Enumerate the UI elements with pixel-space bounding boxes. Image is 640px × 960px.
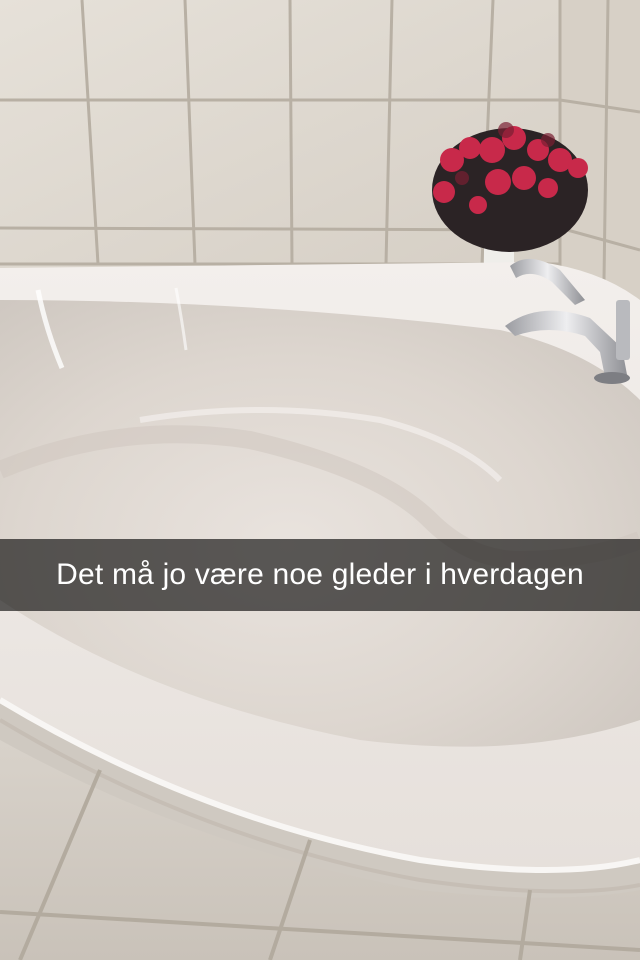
bathroom-photo bbox=[0, 0, 640, 960]
caption-text: Det må jo være noe gleder i hverdagen bbox=[56, 558, 584, 591]
snap-photo: Det må jo være noe gleder i hverdagen bbox=[0, 0, 640, 960]
caption-bar: Det må jo være noe gleder i hverdagen bbox=[0, 539, 640, 611]
